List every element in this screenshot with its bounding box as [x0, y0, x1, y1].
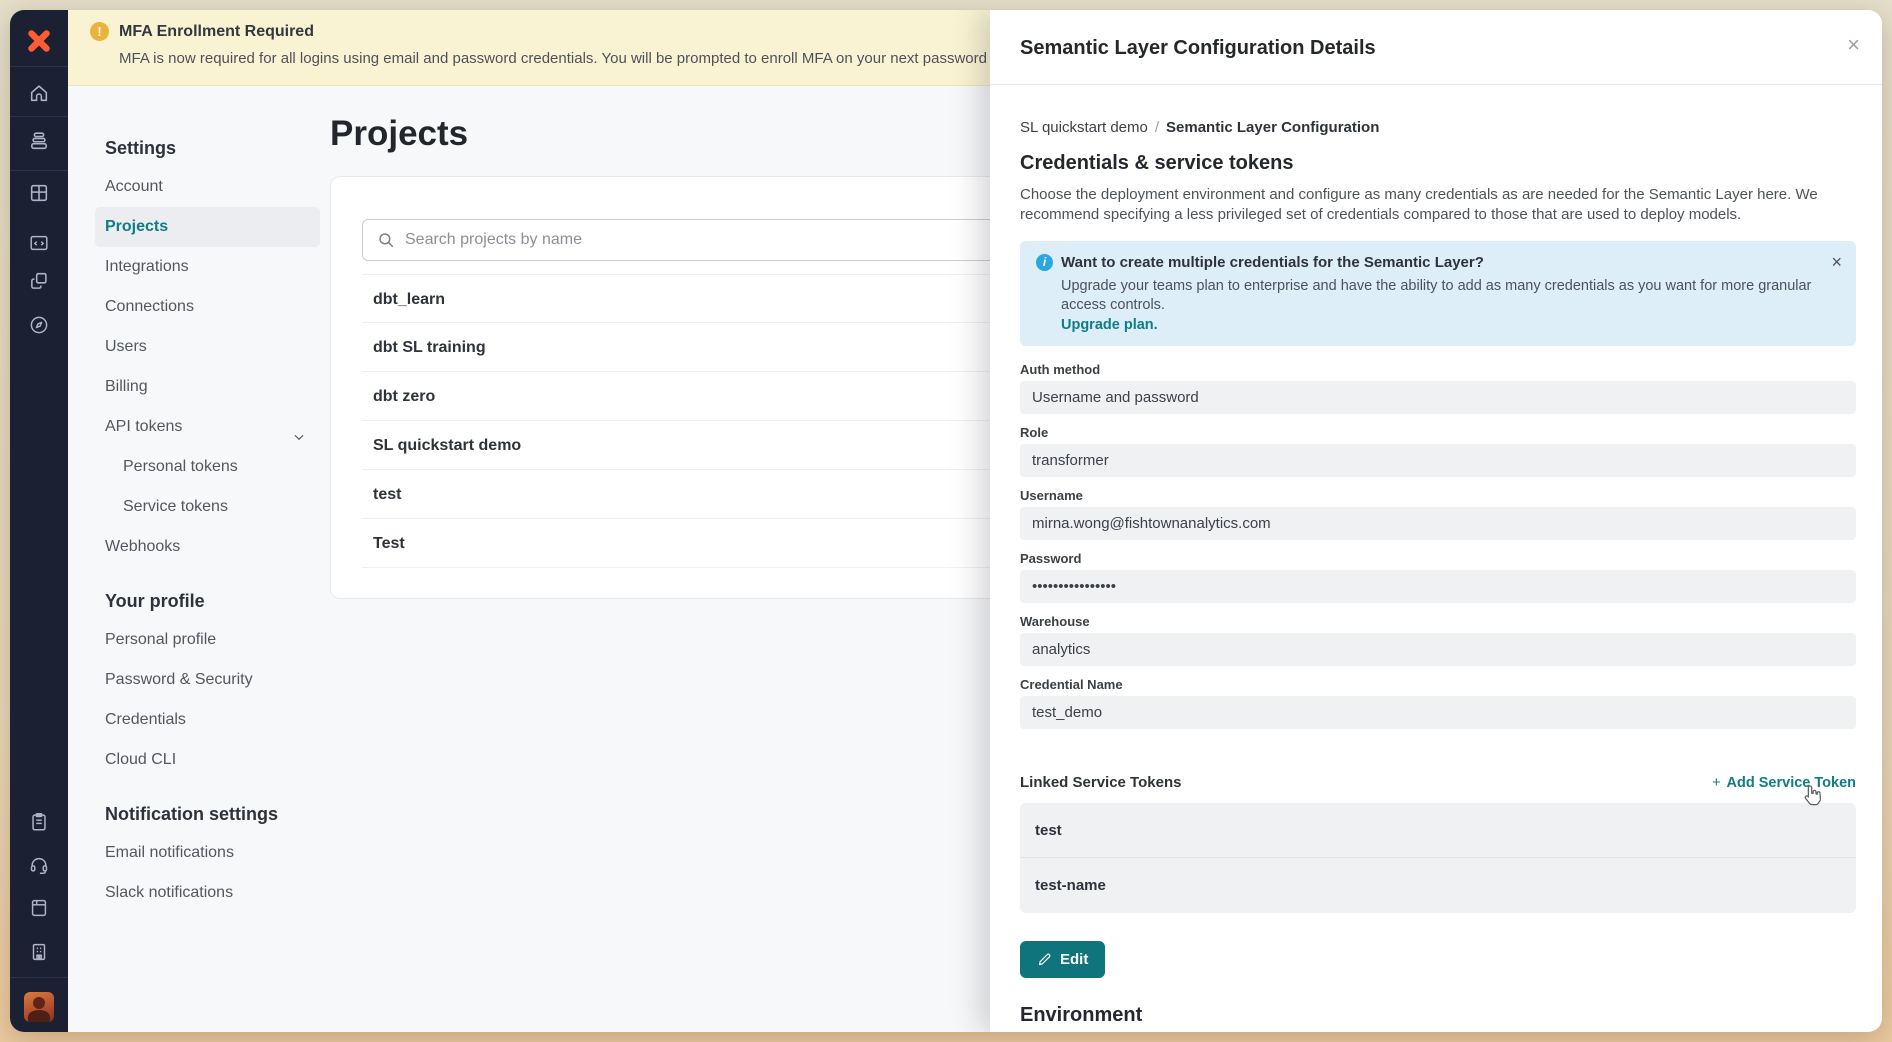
- rail-divider: [10, 170, 68, 171]
- your-profile-title: Your profile: [105, 591, 320, 612]
- warehouse-label: Warehouse: [1020, 614, 1856, 629]
- deploy-icon[interactable]: [28, 130, 50, 152]
- sidebar-item-connections[interactable]: Connections: [95, 287, 320, 327]
- user-avatar[interactable]: [24, 992, 54, 1022]
- warning-icon: !: [90, 22, 109, 41]
- warehouse-input[interactable]: analytics: [1020, 633, 1856, 666]
- sidebar-item-projects[interactable]: Projects: [95, 207, 320, 247]
- sidebar-item-cloud-cli[interactable]: Cloud CLI: [95, 740, 320, 780]
- settings-nav-title: Settings: [105, 138, 320, 159]
- close-icon[interactable]: ×: [1847, 34, 1860, 56]
- search-icon: [377, 231, 395, 249]
- mouse-cursor-icon: [1798, 782, 1825, 809]
- role-input[interactable]: transformer: [1020, 444, 1856, 477]
- sidebar-item-integrations[interactable]: Integrations: [95, 247, 320, 287]
- info-box-title: Want to create multiple credentials for …: [1061, 254, 1484, 271]
- explore-icon[interactable]: [28, 314, 50, 336]
- edit-button[interactable]: Edit: [1020, 941, 1105, 978]
- sidebar-item-password-security[interactable]: Password & Security: [95, 660, 320, 700]
- plus-icon: +: [1712, 775, 1720, 791]
- credential-fields: Auth method Username and password Role t…: [1020, 362, 1856, 729]
- breadcrumb: SL quickstart demo / Semantic Layer Config…: [1020, 119, 1856, 136]
- chevron-down-icon: [292, 420, 306, 434]
- info-box-body: Upgrade your teams plan to enterprise an…: [1061, 277, 1816, 315]
- edit-button-label: Edit: [1060, 951, 1088, 968]
- service-token-list: test test-name: [1020, 803, 1856, 913]
- orchestration-icon[interactable]: [28, 270, 50, 292]
- sidebar-item-credentials[interactable]: Credentials: [95, 700, 320, 740]
- drawer-header: Semantic Layer Configuration Details ×: [990, 10, 1882, 85]
- add-service-token-button[interactable]: + Add Service Token: [1712, 775, 1856, 791]
- service-token-row[interactable]: test-name: [1020, 858, 1856, 913]
- auth-method-input[interactable]: Username and password: [1020, 381, 1856, 414]
- credentials-section-description: Choose the deployment environment and co…: [1020, 185, 1856, 225]
- home-icon[interactable]: [28, 82, 50, 104]
- app-window: ! MFA Enrollment Required MFA is now req…: [10, 10, 1882, 1032]
- sidebar-item-account[interactable]: Account: [95, 167, 320, 207]
- sidebar-item-email-notifications[interactable]: Email notifications: [95, 833, 320, 873]
- sidebar-item-users[interactable]: Users: [95, 327, 320, 367]
- breadcrumb-section: Semantic Layer Configuration: [1166, 119, 1379, 136]
- credentials-section-title: Credentials & service tokens: [1020, 152, 1856, 175]
- settings-nav: Settings Account Projects Integrations C…: [95, 86, 320, 913]
- organization-icon[interactable]: [28, 941, 50, 963]
- drawer-body: SL quickstart demo / Semantic Layer Config…: [990, 85, 1882, 1032]
- rail-divider: [10, 977, 68, 978]
- add-service-token-label: Add Service Token: [1727, 775, 1856, 791]
- upgrade-plan-link[interactable]: Upgrade plan.: [1061, 317, 1816, 333]
- password-input[interactable]: ••••••••••••••••: [1020, 570, 1856, 603]
- rail-divider: [10, 116, 68, 117]
- icon-rail: [10, 10, 68, 1032]
- credential-name-input[interactable]: test_demo: [1020, 696, 1856, 729]
- environment-section-title: Environment: [1020, 1004, 1856, 1027]
- info-box-close-icon[interactable]: ×: [1831, 253, 1842, 271]
- sidebar-item-personal-tokens[interactable]: Personal tokens: [95, 447, 320, 487]
- dashboard-icon[interactable]: [28, 182, 50, 204]
- breadcrumb-project[interactable]: SL quickstart demo: [1020, 119, 1148, 136]
- support-icon[interactable]: [28, 854, 50, 876]
- linked-service-tokens-label: Linked Service Tokens: [1020, 774, 1181, 791]
- sidebar-item-personal-profile[interactable]: Personal profile: [95, 620, 320, 660]
- auth-method-label: Auth method: [1020, 362, 1856, 377]
- banner-title: MFA Enrollment Required: [119, 23, 314, 41]
- rail-divider: [10, 66, 68, 67]
- desktop-background: ! MFA Enrollment Required MFA is now req…: [0, 0, 1892, 1042]
- dbt-logo-icon[interactable]: [24, 26, 54, 56]
- api-tokens-label: API tokens: [105, 407, 182, 447]
- notebook-icon[interactable]: [28, 897, 50, 919]
- password-label: Password: [1020, 551, 1856, 566]
- info-icon: i: [1036, 254, 1053, 271]
- username-input[interactable]: mirna.wong@fishtownanalytics.com: [1020, 507, 1856, 540]
- sidebar-item-billing[interactable]: Billing: [95, 367, 320, 407]
- username-label: Username: [1020, 488, 1856, 503]
- pencil-icon: [1037, 952, 1052, 967]
- sidebar-item-slack-notifications[interactable]: Slack notifications: [95, 873, 320, 913]
- semantic-layer-drawer: Semantic Layer Configuration Details × S…: [990, 10, 1882, 1032]
- develop-icon[interactable]: [28, 232, 50, 254]
- upgrade-info-box: i Want to create multiple credentials fo…: [1020, 241, 1856, 346]
- sidebar-item-webhooks[interactable]: Webhooks: [95, 527, 320, 567]
- service-token-row[interactable]: test: [1020, 803, 1856, 858]
- docs-icon[interactable]: [28, 811, 50, 833]
- credential-name-label: Credential Name: [1020, 677, 1856, 692]
- sidebar-item-api-tokens[interactable]: API tokens: [95, 407, 320, 447]
- sidebar-item-service-tokens[interactable]: Service tokens: [95, 487, 320, 527]
- role-label: Role: [1020, 425, 1856, 440]
- drawer-title: Semantic Layer Configuration Details: [1020, 37, 1882, 60]
- notification-settings-title: Notification settings: [105, 804, 320, 825]
- breadcrumb-separator: /: [1155, 119, 1159, 136]
